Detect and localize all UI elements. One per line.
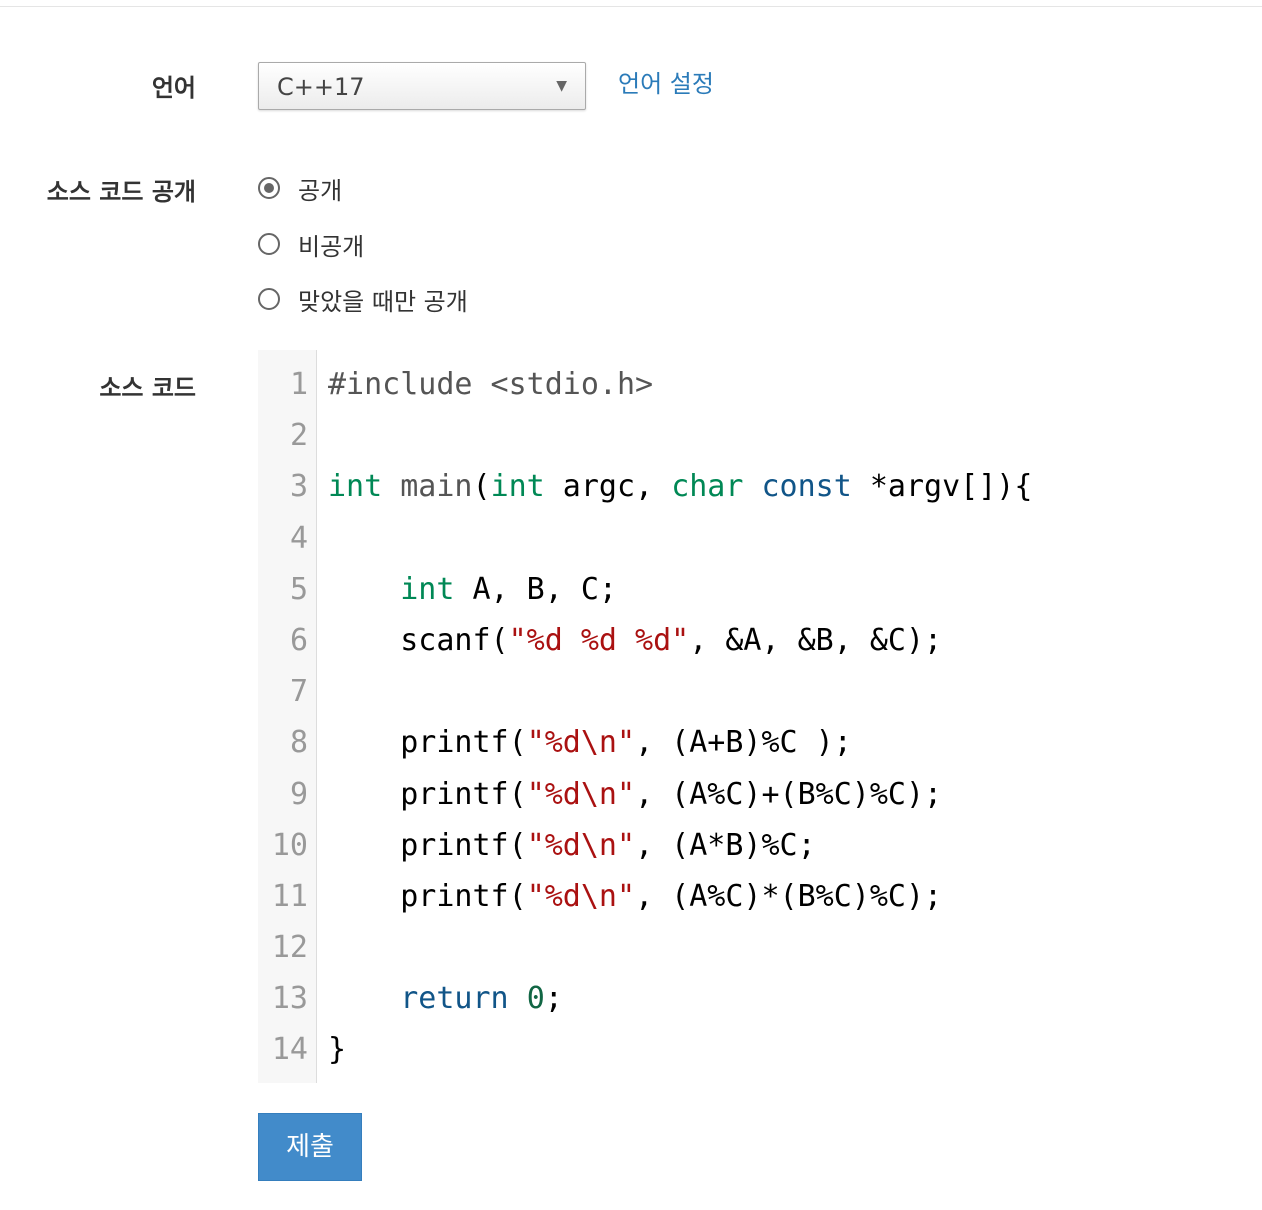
- code-token: int: [490, 469, 545, 505]
- line-number: 7: [289, 674, 308, 710]
- line-content: int main(int argc, char const *argv[]){: [328, 461, 1032, 512]
- chevron-down-icon: ▼: [556, 78, 567, 94]
- source-visibility-label: 소스 코드 공개: [46, 178, 196, 206]
- code-line: 2: [258, 410, 1262, 461]
- radio-label: 비공개: [298, 232, 365, 261]
- code-token: #include <stdio.h>: [328, 367, 654, 402]
- code-line: 5 int A, B, C;: [258, 564, 1262, 615]
- line-number: 8: [289, 725, 308, 761]
- code-token: }: [328, 1032, 347, 1068]
- code-token: , (A*B)%C;: [635, 827, 816, 863]
- line-number: 11: [271, 878, 308, 914]
- line-number: 2: [289, 418, 308, 454]
- radio-option-public-if-correct[interactable]: 맞았을 때만 공개: [258, 284, 468, 316]
- code-token: const: [761, 469, 852, 505]
- code-token: printf(: [328, 725, 527, 761]
- code-line: 12: [258, 922, 1262, 973]
- code-line: 13 return 0;: [258, 973, 1262, 1024]
- code-token: argc,: [544, 469, 672, 505]
- code-token: printf(: [328, 776, 527, 812]
- code-line: 3 int main(int argc, char const *argv[]){: [258, 461, 1262, 512]
- code-token: printf(: [328, 827, 527, 863]
- code-token: A, B, C;: [454, 571, 617, 607]
- radio-option-private[interactable]: 비공개: [258, 229, 365, 261]
- line-number: 5: [289, 571, 308, 607]
- code-token: "%d %d %d": [508, 622, 690, 658]
- line-content: printf("%d\n", (A+B)%C );: [328, 717, 852, 768]
- code-token: , (A+B)%C );: [635, 725, 852, 761]
- line-content: scanf("%d %d %d", &A, &B, &C);: [328, 615, 942, 666]
- line-number: 13: [271, 981, 308, 1017]
- line-number: 10: [271, 827, 308, 863]
- radio-button[interactable]: [258, 233, 280, 255]
- line-number: 14: [271, 1032, 308, 1068]
- code-token: "%d\n": [526, 725, 636, 761]
- radio-option-public[interactable]: 공개: [258, 173, 343, 205]
- radio-label: 공개: [298, 176, 343, 205]
- line-number: 9: [289, 776, 308, 812]
- code-line: 7: [258, 666, 1262, 717]
- code-line: 11 printf("%d\n", (A%C)*(B%C)%C);: [258, 871, 1262, 922]
- code-token: int: [400, 571, 455, 607]
- code-lines[interactable]: 1 #include <stdio.h> 2 3 int main(int argc, …: [258, 359, 1262, 1076]
- code-token: "%d\n": [526, 878, 636, 914]
- code-token: *argv[]){: [851, 469, 1033, 505]
- code-token: int: [328, 469, 383, 505]
- line-number: 3: [289, 469, 308, 505]
- line-number: 4: [289, 520, 308, 556]
- line-content: }: [328, 1024, 346, 1075]
- code-token: return: [400, 981, 509, 1017]
- line-content: printf("%d\n", (A%C)+(B%C)%C);: [328, 769, 942, 820]
- code-token: , (A%C)*(B%C)%C);: [635, 878, 943, 914]
- line-content: printf("%d\n", (A*B)%C;: [328, 820, 816, 871]
- code-token: "%d\n": [526, 827, 636, 863]
- code-line: 4: [258, 513, 1262, 564]
- radio-label: 맞았을 때만 공개: [298, 287, 468, 316]
- code-token: main: [400, 469, 473, 505]
- code-line: 10 printf("%d\n", (A*B)%C;: [258, 820, 1262, 871]
- line-number: 6: [289, 622, 308, 658]
- language-select[interactable]: C++17 ▼: [258, 62, 586, 110]
- line-number: 12: [271, 930, 308, 966]
- code-token: , &A, &B, &C);: [689, 622, 943, 658]
- line-content: int A, B, C;: [328, 564, 617, 615]
- radio-button[interactable]: [258, 288, 280, 310]
- language-settings-link[interactable]: 언어 설정: [618, 64, 714, 99]
- code-token: 0: [526, 981, 545, 1017]
- code-token: char: [671, 469, 744, 505]
- code-token: "%d\n": [526, 776, 636, 812]
- code-token: scanf(: [328, 622, 509, 658]
- code-token: ;: [544, 981, 563, 1017]
- code-token: (: [472, 469, 491, 505]
- line-content: return 0;: [328, 973, 563, 1024]
- radio-button[interactable]: [258, 177, 280, 199]
- code-token: , (A%C)+(B%C)%C);: [635, 776, 943, 812]
- code-line: 6 scanf("%d %d %d", &A, &B, &C);: [258, 615, 1262, 666]
- code-editor[interactable]: 1 #include <stdio.h> 2 3 int main(int argc, …: [258, 350, 1262, 1083]
- line-number: 1: [289, 367, 308, 402]
- code-line: 14}: [258, 1024, 1262, 1075]
- source-code-label: 소스 코드: [99, 374, 196, 402]
- language-select-value: C++17: [277, 73, 365, 101]
- line-content: #include <stdio.h>: [328, 359, 653, 410]
- line-content: printf("%d\n", (A%C)*(B%C)%C);: [328, 871, 942, 922]
- language-label: 언어: [151, 74, 196, 102]
- submit-button[interactable]: 제출: [258, 1113, 362, 1181]
- code-line: 1 #include <stdio.h>: [258, 359, 1262, 410]
- code-token: printf(: [328, 878, 527, 914]
- code-line: 9 printf("%d\n", (A%C)+(B%C)%C);: [258, 769, 1262, 820]
- top-divider: [0, 6, 1262, 7]
- code-line: 8 printf("%d\n", (A+B)%C );: [258, 717, 1262, 768]
